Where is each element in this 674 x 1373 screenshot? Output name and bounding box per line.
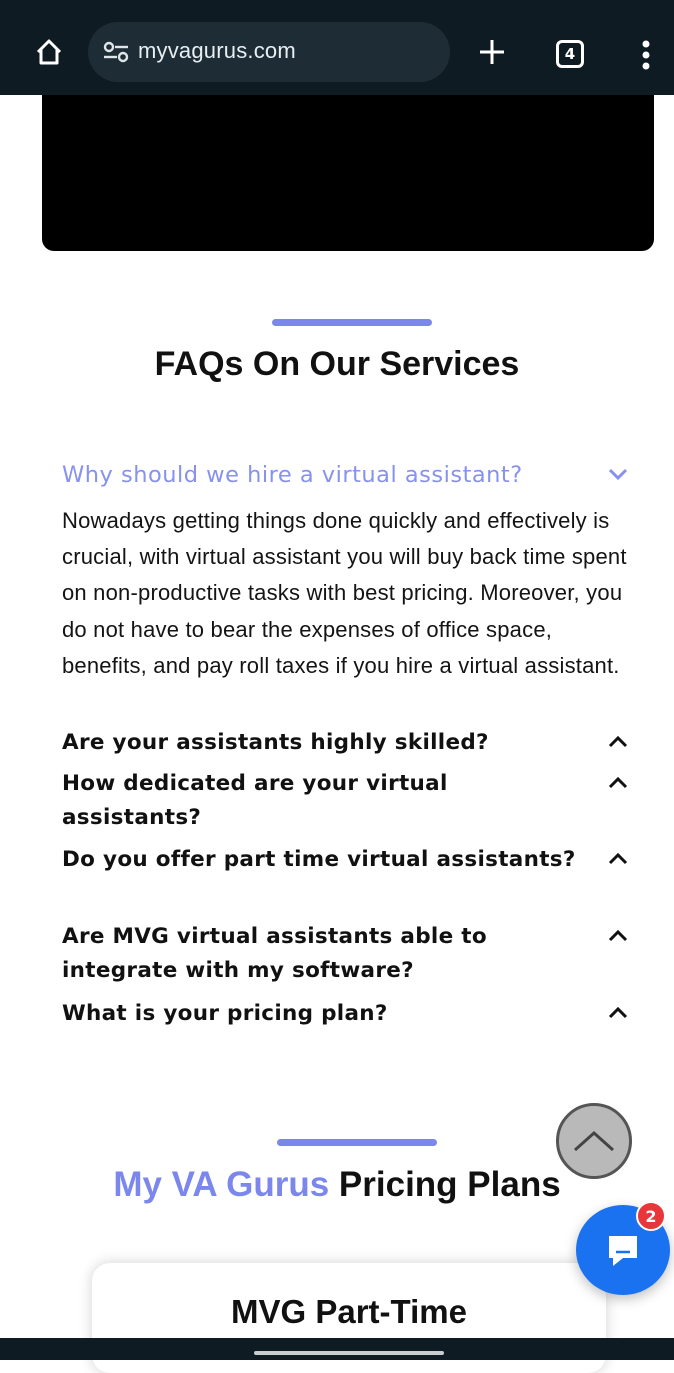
- chevron-up-icon[interactable]: [606, 1001, 630, 1025]
- chevron-up-icon[interactable]: [606, 771, 630, 795]
- url-text: myvagurus.com: [138, 38, 296, 63]
- system-nav-bar: [0, 1338, 674, 1360]
- video-player[interactable]: [42, 95, 654, 251]
- address-bar[interactable]: myvagurus.com: [88, 22, 450, 82]
- browser-toolbar: myvagurus.com 4: [0, 0, 674, 95]
- chevron-up-icon[interactable]: [606, 730, 630, 754]
- faq-item[interactable]: Do you offer part time virtual assistant…: [62, 843, 630, 877]
- pricing-title-rest: Pricing Plans: [338, 1165, 561, 1204]
- chevron-down-icon[interactable]: [606, 462, 630, 486]
- faq-question[interactable]: How dedicated are your virtual assistant…: [62, 767, 630, 835]
- faq-question[interactable]: Do you offer part time virtual assistant…: [62, 843, 630, 877]
- faq-item[interactable]: Are your assistants highly skilled?: [62, 726, 630, 760]
- home-icon[interactable]: [30, 33, 68, 71]
- scroll-to-top-button[interactable]: [556, 1103, 632, 1179]
- more-options-icon[interactable]: [636, 38, 656, 72]
- chevron-up-icon: [573, 1130, 615, 1152]
- faq-item[interactable]: What is your pricing plan?: [62, 997, 630, 1031]
- section-divider: [277, 1139, 437, 1146]
- new-tab-icon[interactable]: [476, 36, 508, 68]
- faq-question[interactable]: Why should we hire a virtual assistant?: [62, 458, 630, 492]
- tab-switcher-icon[interactable]: 4: [556, 40, 584, 68]
- chevron-up-icon[interactable]: [606, 924, 630, 948]
- faq-title: FAQs On Our Services: [154, 345, 520, 383]
- pricing-card-title: MVG Part-Time: [231, 1293, 467, 1330]
- faq-item-open[interactable]: Why should we hire a virtual assistant?: [62, 458, 630, 492]
- faq-question[interactable]: What is your pricing plan?: [62, 997, 630, 1031]
- brand-name: My VA Gurus: [113, 1165, 330, 1204]
- faq-answer: Nowadays getting things done quickly and…: [62, 508, 627, 678]
- faq-item[interactable]: How dedicated are your virtual assistant…: [62, 767, 630, 835]
- chat-bubble-icon: [609, 1236, 637, 1266]
- notification-badge: 2: [636, 1201, 666, 1231]
- faq-question[interactable]: Are MVG virtual assistants able to integ…: [62, 920, 630, 988]
- tab-count: 4: [564, 45, 576, 63]
- faq-item[interactable]: Are MVG virtual assistants able to integ…: [62, 920, 630, 988]
- chevron-up-icon[interactable]: [606, 847, 630, 871]
- site-settings-icon[interactable]: [102, 40, 130, 64]
- faq-question[interactable]: Are your assistants highly skilled?: [62, 726, 630, 760]
- section-divider: [272, 319, 432, 326]
- gesture-handle[interactable]: [254, 1351, 444, 1355]
